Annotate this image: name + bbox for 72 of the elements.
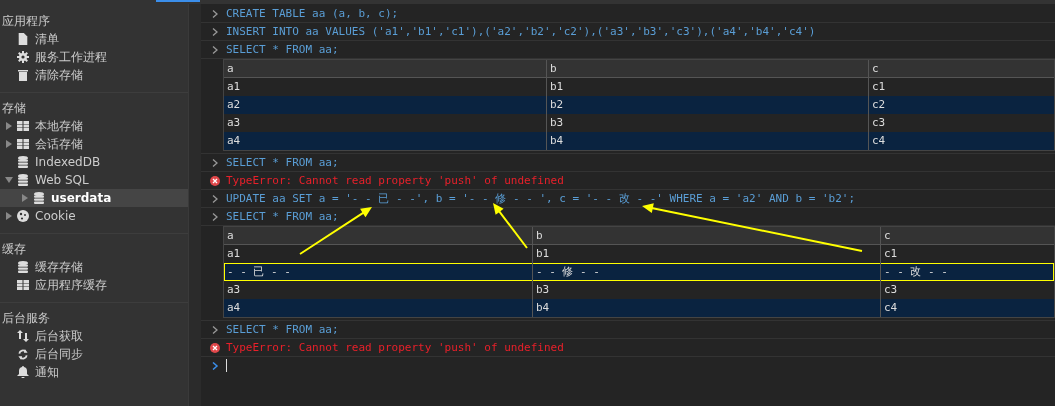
database-icon <box>17 156 29 168</box>
console-command: SELECT * FROM aa; <box>226 210 339 223</box>
error-message: TypeError: Cannot read property 'push' of undefined <box>226 174 564 187</box>
section-heading: 存储 <box>1 100 27 117</box>
table-cell-text: c1 <box>871 79 887 95</box>
prompt-chevron-icon <box>210 361 220 370</box>
collapsed-triangle-icon[interactable] <box>21 194 29 202</box>
section-heading: 应用程序 <box>1 13 51 30</box>
sidebar-item[interactable]: 清单 <box>0 30 188 48</box>
database-icon <box>17 261 29 273</box>
column-header: b <box>533 227 881 245</box>
table-cell-text: c4 <box>871 133 887 149</box>
console-command: SELECT * FROM aa; <box>226 43 339 56</box>
database-icon <box>33 192 45 204</box>
column-header: a <box>224 60 547 78</box>
error-message: TypeError: Cannot read property 'push' of undefined <box>226 341 564 354</box>
table-icon <box>17 139 29 149</box>
database-icon <box>17 174 29 186</box>
scrollbar-track[interactable] <box>188 4 201 406</box>
console-command: UPDATE aa SET a = '- - 已 - -', b = '- - 修 - - ', c = '- - 改 - -' WHERE a = 'a2' AND b = 'b2'; <box>226 191 856 206</box>
sidebar-item[interactable]: 服务工作进程 <box>0 48 188 66</box>
section-heading: 缓存 <box>1 241 27 258</box>
table-cell-text: c2 <box>871 97 887 113</box>
table-icon <box>17 280 29 290</box>
sidebar-item[interactable]: 清除存储 <box>0 66 188 84</box>
table-cell-text: c3 <box>871 115 887 131</box>
console-command: CREATE TABLE aa (a, b, c); <box>226 7 399 20</box>
console-command: INSERT INTO aa VALUES ('a1','b1','c1'),('a2','b2','c2'),('a3','b3','c3'),('a4','b4','c4') <box>226 25 816 38</box>
sidebar-item[interactable]: 本地存储 <box>0 117 188 135</box>
table-cell: a4 <box>224 132 547 150</box>
console-command: SELECT * FROM aa; <box>226 156 339 169</box>
active-tab-indicator <box>156 0 200 2</box>
column-header: a <box>224 227 533 245</box>
sidebar-item[interactable]: 应用程序缓存 <box>0 276 188 294</box>
sidebar-item[interactable]: Web SQL <box>0 171 188 189</box>
document-icon <box>17 33 29 45</box>
section-heading: 后台服务 <box>1 310 51 327</box>
collapsed-triangle-icon[interactable] <box>5 212 13 220</box>
column-header: c <box>869 60 1054 78</box>
table-cell: a4 <box>224 299 533 317</box>
sidebar-item[interactable]: IndexedDB <box>0 153 188 171</box>
table-cell-text: c1 <box>883 246 899 262</box>
sync-icon <box>17 348 29 360</box>
up-down-arrows-icon <box>17 330 29 342</box>
trash-icon <box>17 69 29 81</box>
table-cell-text: c4 <box>883 300 899 316</box>
chevron-icon <box>210 325 220 334</box>
sidebar-item[interactable]: 通知 <box>0 363 188 381</box>
sidebar-item[interactable]: 后台同步 <box>0 345 188 363</box>
sidebar-item[interactable]: 会话存储 <box>0 135 188 153</box>
expanded-triangle-icon[interactable] <box>5 176 13 184</box>
error-icon <box>210 342 220 353</box>
sidebar-item[interactable]: userdata <box>0 189 188 207</box>
table-cell-text: - - 改 - - <box>883 264 949 280</box>
cookie-icon <box>17 210 29 222</box>
sidebar-item[interactable]: 缓存存储 <box>0 258 188 276</box>
error-icon <box>210 175 220 186</box>
settings-icon <box>17 51 29 63</box>
chevron-icon <box>210 158 220 167</box>
table-cell-text: c3 <box>883 282 899 298</box>
collapsed-triangle-icon[interactable] <box>5 122 13 130</box>
table-cell: b4 <box>533 299 881 317</box>
console-command: SELECT * FROM aa; <box>226 323 339 336</box>
column-header: b <box>547 60 869 78</box>
sidebar-item[interactable]: Cookie <box>0 207 188 225</box>
column-header: c <box>881 227 1054 245</box>
sidebar-item[interactable]: 后台获取 <box>0 327 188 345</box>
table-icon <box>17 121 29 131</box>
bell-icon <box>17 366 29 378</box>
annotation-arrow <box>493 203 528 249</box>
table-cell: b4 <box>547 132 869 150</box>
collapsed-triangle-icon[interactable] <box>5 140 13 148</box>
